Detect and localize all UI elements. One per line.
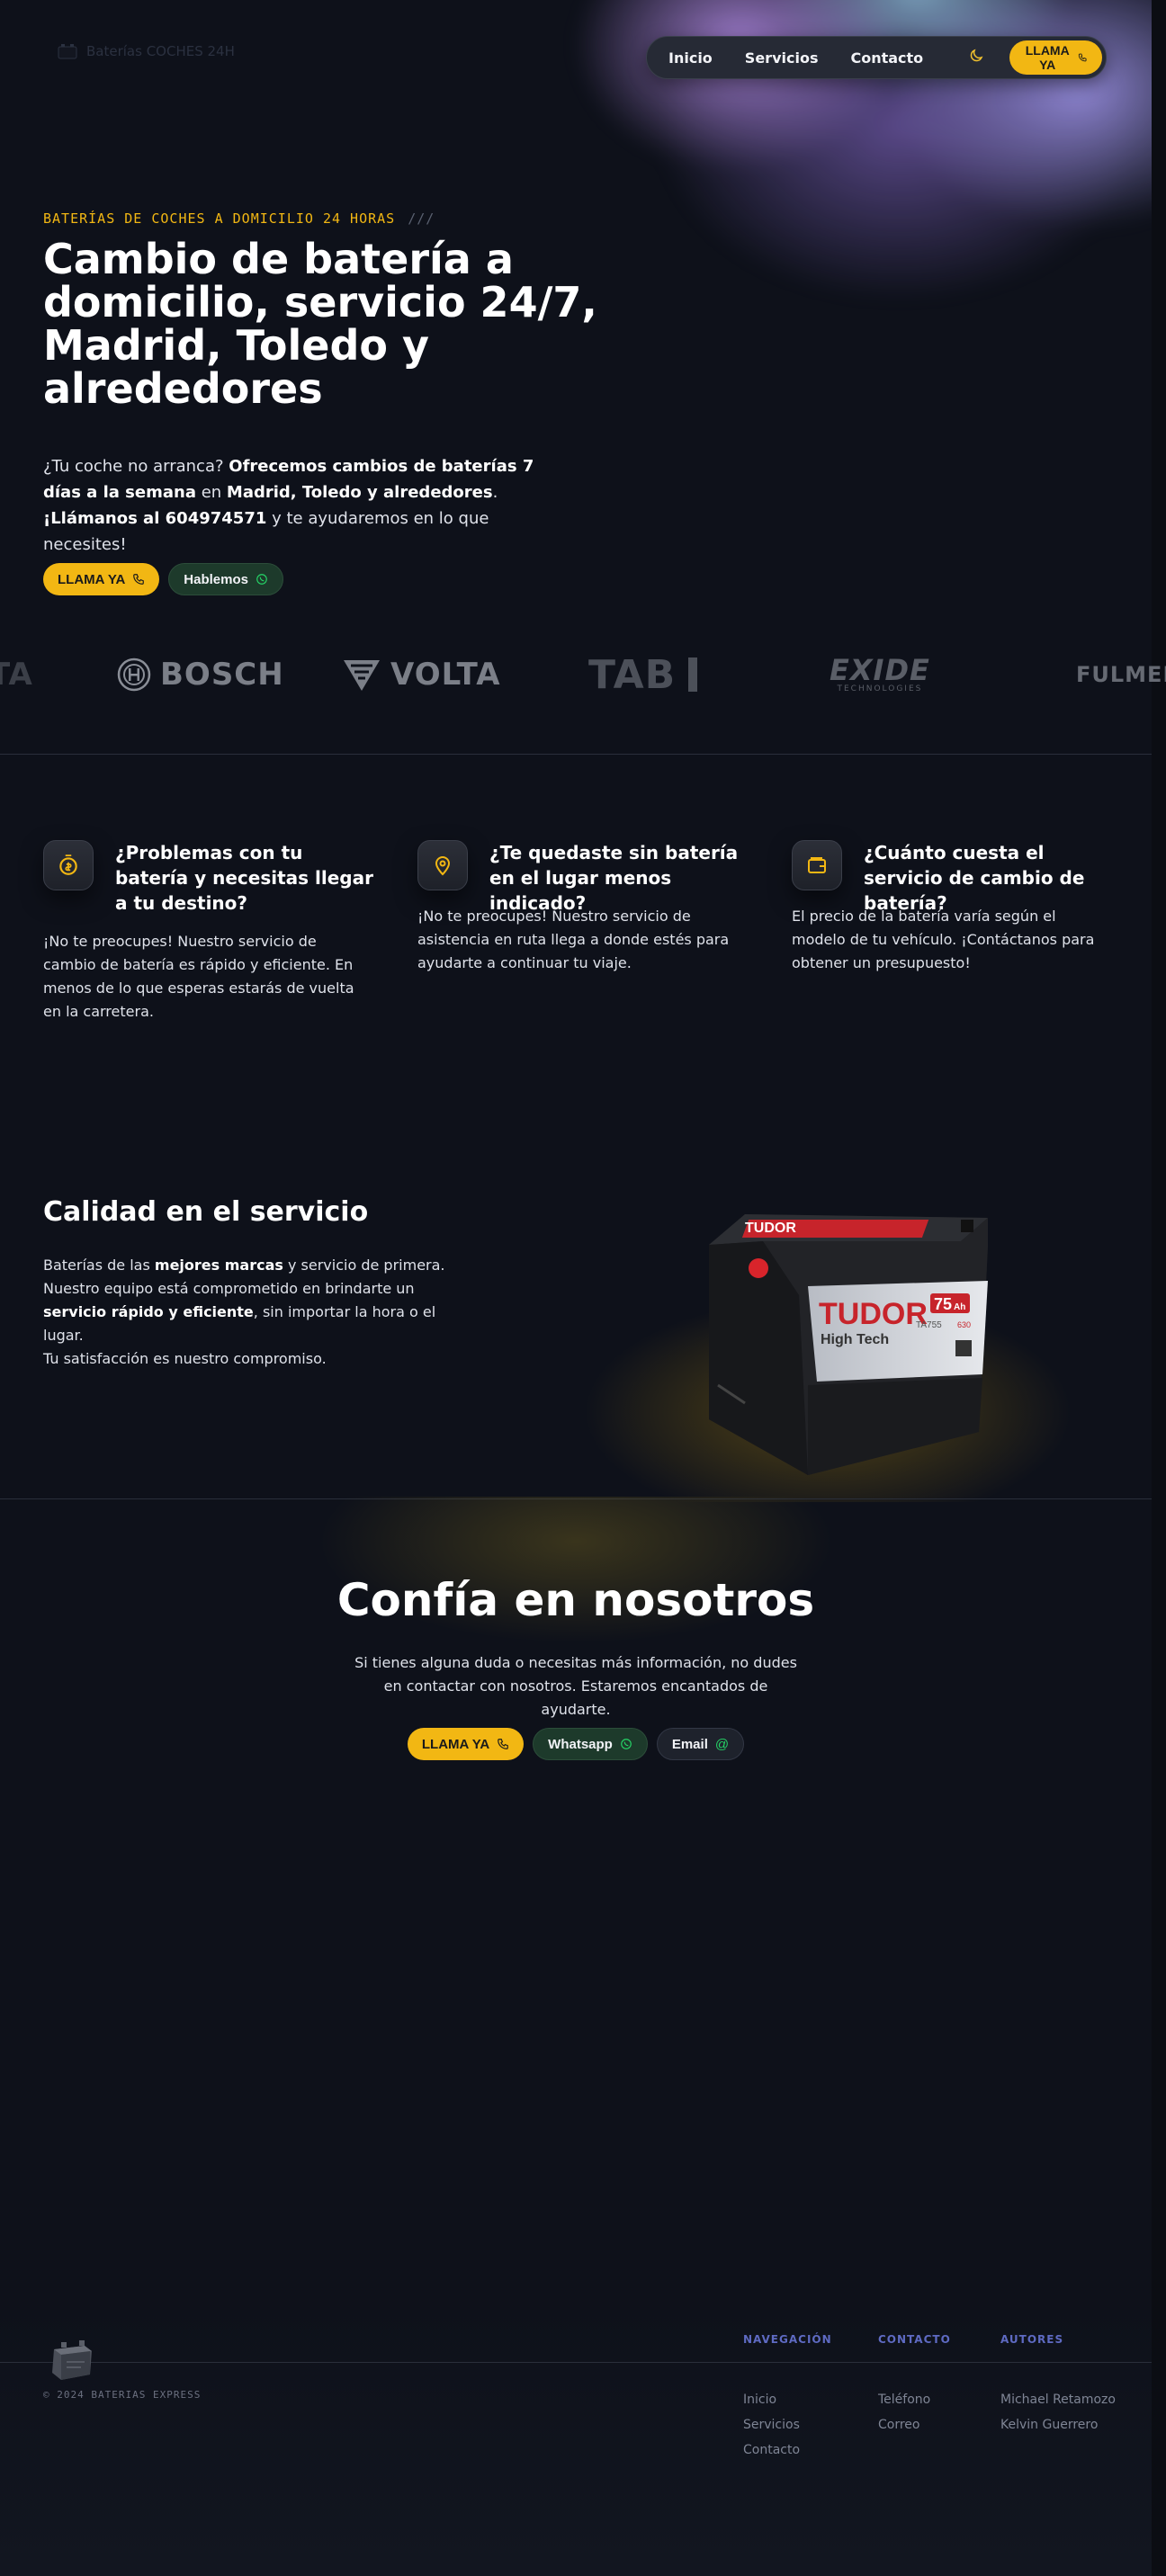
battery-image: TUDOR TUDOR High Tech 75 Ah TA755 630 — [709, 1214, 988, 1475]
nav-call-label: LLAMA YA — [1025, 43, 1070, 72]
footer-column-contact: CONTACTO Teléfono Correo — [878, 2333, 951, 2437]
brand-logo-exide: EXIDE TECHNOLOGIES — [830, 653, 930, 693]
footer-link-author-2[interactable]: Kelvin Guerrero — [1000, 2412, 1116, 2437]
footer-link-inicio[interactable]: Inicio — [743, 2387, 832, 2412]
nav-call-button[interactable]: LLAMA YA — [1009, 40, 1102, 75]
feature-text: ¡No te preocupes! Nuestro servicio de as… — [417, 908, 730, 971]
trust-email-label: Email — [671, 1736, 708, 1752]
phone-icon — [1079, 53, 1087, 62]
main-navigation: Inicio Servicios Contacto LLAMA YA — [646, 36, 1107, 79]
brand-logo-volta: VOLTA — [342, 639, 501, 711]
quality-text: Baterías de las mejores marcas y servici… — [43, 1257, 445, 1367]
moon-icon[interactable] — [968, 48, 984, 68]
hero-whatsapp-button[interactable]: Hablemos — [168, 563, 283, 595]
whatsapp-icon — [256, 574, 267, 585]
copyright: © 2024 BATERIAS EXPRESS — [43, 2389, 202, 2401]
nav-item-inicio[interactable]: Inicio — [668, 49, 713, 67]
hero-call-button[interactable]: LLAMA YA — [43, 563, 160, 595]
battery-brand: TUDOR — [819, 1297, 928, 1331]
brand-logo-tab-partial: TA — [0, 657, 33, 693]
scrollbar-track[interactable] — [1152, 0, 1166, 2576]
footer-link-contacto[interactable]: Contacto — [743, 2437, 832, 2463]
trust-whatsapp-button[interactable]: Whatsapp — [533, 1728, 648, 1760]
tab-plus-mark — [688, 657, 698, 692]
hero-description: ¿Tu coche no arranca? Ofrecemos cambios … — [43, 457, 534, 554]
volta-emblem-icon — [344, 660, 380, 691]
hero-call-label: LLAMA YA — [58, 571, 126, 587]
footer-column-authors: AUTORES Michael Retamozo Kelvin Guerrero — [1000, 2333, 1116, 2437]
battery-capacity: 75 — [934, 1295, 952, 1313]
trust-email-button[interactable]: Email @ — [656, 1728, 745, 1760]
logo-text: Baterías COCHES 24H — [86, 43, 235, 59]
battery-unit: Ah — [954, 1302, 965, 1312]
brand-logo-bosch: BOSCH — [117, 639, 284, 711]
battery-model: TA755 — [916, 1320, 942, 1330]
trust-actions: LLAMA YA Whatsapp Email @ — [0, 1728, 1152, 1760]
quality-title: Calidad en el servicio — [43, 1196, 369, 1228]
hero-talk-label: Hablemos — [184, 571, 248, 587]
trust-call-label: LLAMA YA — [421, 1736, 490, 1752]
footer-column-navigation: NAVEGACIÓN Inicio Servicios Contacto — [743, 2333, 832, 2463]
page-title: Cambio de batería a domicilio, servicio … — [43, 235, 597, 413]
feature-card: ¿Cuánto cuesta el servicio de cambio de … — [792, 840, 1116, 971]
at-sign-icon: @ — [714, 1736, 730, 1752]
eyebrow-decoration: /// — [408, 210, 435, 227]
feature-card: ¿Te quedaste sin batería en el lugar men… — [417, 840, 741, 971]
nav-item-servicios[interactable]: Servicios — [745, 49, 819, 67]
nav-item-contacto[interactable]: Contacto — [850, 49, 923, 67]
feature-text: ¡No te preocupes! Nuestro servicio de ca… — [43, 933, 354, 1020]
footer-link-correo[interactable]: Correo — [878, 2412, 951, 2437]
map-pin-icon — [417, 840, 468, 890]
footer-heading: NAVEGACIÓN — [743, 2333, 832, 2346]
battery-top-brand: TUDOR — [745, 1221, 796, 1236]
footer-heading: AUTORES — [1000, 2333, 1064, 2346]
site-logo[interactable]: Baterías COCHES 24H — [58, 43, 235, 59]
feature-card: ¿Problemas con tu batería y necesitas ll… — [43, 840, 373, 1020]
whatsapp-icon — [621, 1739, 632, 1749]
battery-icon — [58, 44, 77, 59]
footer-link-telefono[interactable]: Teléfono — [878, 2387, 951, 2412]
footer-link-servicios[interactable]: Servicios — [743, 2412, 832, 2437]
phone-icon — [133, 574, 145, 585]
feature-text: El precio de la batería varía según el m… — [792, 908, 1095, 971]
trust-whatsapp-label: Whatsapp — [548, 1736, 613, 1752]
battery-line: High Tech — [821, 1332, 889, 1347]
trust-title: Confía en nosotros — [336, 1574, 815, 1626]
battery-amps: 630 — [957, 1320, 971, 1329]
stopwatch-dollar-icon — [43, 840, 94, 890]
phone-icon — [498, 1739, 509, 1749]
footer-heading: CONTACTO — [878, 2333, 951, 2346]
feature-title: ¿Problemas con tu batería y necesitas ll… — [115, 842, 373, 914]
trust-call-button[interactable]: LLAMA YA — [407, 1728, 525, 1760]
footer-battery-logo-icon[interactable] — [49, 2339, 95, 2384]
footer — [0, 2303, 1152, 2576]
section-divider — [0, 754, 1152, 755]
hero-actions: LLAMA YA Hablemos — [43, 563, 283, 595]
wallet-icon — [792, 840, 842, 890]
bosch-emblem-icon — [117, 657, 151, 692]
footer-link-author-1[interactable]: Michael Retamozo — [1000, 2387, 1116, 2412]
hero-eyebrow: BATERÍAS DE COCHES A DOMICILIO 24 HORAS /… — [43, 210, 435, 227]
trust-text: Si tienes alguna duda o necesitas más in… — [354, 1654, 797, 1718]
footer-divider — [0, 2362, 1152, 2363]
brand-logos-carousel: TA BOSCH VOLTA TAB EXIDE TECHNOLOGIES FU… — [0, 639, 1166, 711]
brand-logo-tab: TAB — [588, 639, 698, 711]
brand-logo-fulmen: FULMEN — [1076, 662, 1166, 687]
